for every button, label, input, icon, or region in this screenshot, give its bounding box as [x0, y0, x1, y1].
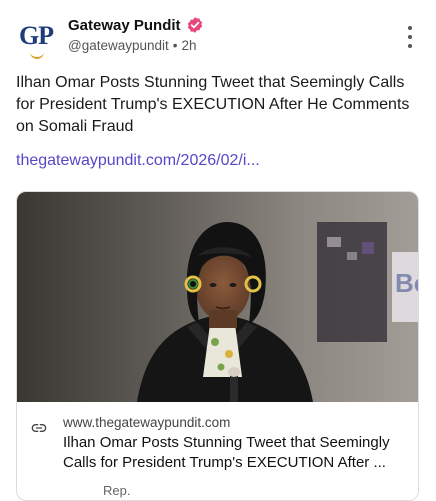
more-dot	[408, 44, 412, 48]
svg-text:Bo: Bo	[395, 268, 418, 298]
verified-badge-icon	[187, 17, 202, 33]
link-card-title: Ilhan Omar Posts Stunning Tweet that See…	[63, 434, 390, 471]
author-handle[interactable]: @gatewaypundit	[68, 38, 169, 53]
author-line: Gateway Pundit	[68, 16, 204, 34]
post: GP Gateway Pundit @gatewaypundit • 2h Ilha…	[0, 0, 436, 501]
link-icon	[31, 424, 47, 432]
more-dot	[408, 35, 412, 39]
post-text: Ilhan Omar Posts Stunning Tweet that See…	[16, 74, 410, 135]
avatar[interactable]: GP	[14, 16, 58, 60]
link-card[interactable]: Bo www.thegatewaypundit.com I	[16, 191, 419, 501]
post-time[interactable]: 2h	[182, 38, 197, 53]
handle-line: @gatewaypundit • 2h	[68, 38, 197, 53]
more-dot	[408, 26, 412, 30]
link-card-info: www.thegatewaypundit.com Ilhan Omar Post…	[17, 403, 418, 500]
link-card-subtext: Rep.	[103, 483, 131, 498]
separator-dot: •	[172, 38, 178, 53]
avatar-logo-text: GP	[18, 21, 54, 50]
link-card-domain: www.thegatewaypundit.com	[63, 415, 231, 430]
author-name[interactable]: Gateway Pundit	[68, 17, 181, 34]
article-photo: Bo	[17, 192, 418, 402]
post-link[interactable]: thegatewaypundit.com/2026/02/i...	[16, 152, 260, 170]
avatar-swoosh	[30, 52, 44, 59]
more-options-icon[interactable]	[404, 26, 416, 48]
